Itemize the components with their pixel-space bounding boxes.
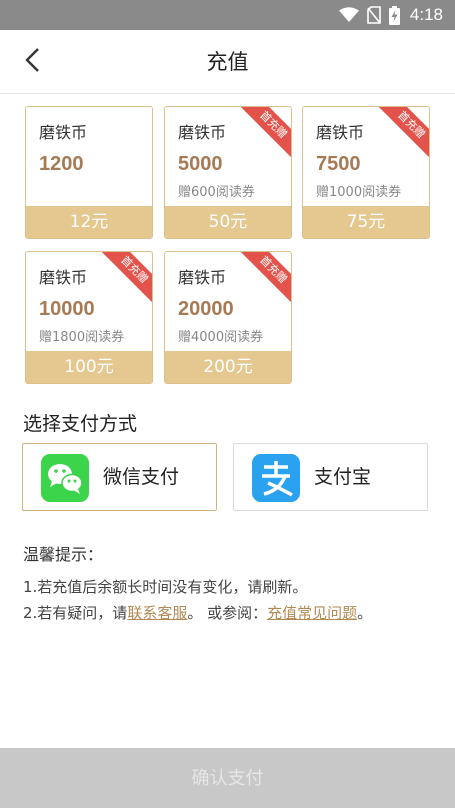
battery-charging-icon — [388, 5, 400, 25]
card-bonus: 赠1800阅读券 — [39, 330, 125, 345]
card-bonus: 赠1000阅读券 — [316, 185, 402, 200]
card-currency-name: 磨铁币 — [178, 268, 227, 287]
alipay-icon — [252, 454, 300, 502]
first-recharge-ribbon: 首充赠 — [237, 107, 291, 161]
card-amount: 5000 — [178, 153, 223, 175]
recharge-card[interactable]: 首充赠 磨铁币 20000 赠4000阅读券 200元 — [164, 251, 292, 384]
status-icons: 4:18 — [338, 0, 443, 30]
recharge-card[interactable]: 首充赠 磨铁币 7500 赠1000阅读券 75元 — [302, 106, 430, 239]
contact-support-link[interactable]: 联系客服 — [127, 604, 187, 622]
recharge-card[interactable]: 磨铁币 1200 12元 — [25, 106, 153, 239]
card-price: 200元 — [165, 351, 291, 383]
alipay-option[interactable]: 支付宝 — [233, 443, 428, 511]
first-recharge-ribbon: 首充赠 — [237, 252, 291, 306]
recharge-card[interactable]: 首充赠 磨铁币 10000 赠1800阅读券 100元 — [25, 251, 153, 384]
tip-line-2: 2.若有疑问，请联系客服。 或参阅：充值常见问题。 — [23, 602, 372, 623]
tip-line-2-prefix: 2.若有疑问，请 — [23, 604, 128, 622]
confirm-payment-button[interactable]: 确认支付 — [0, 748, 455, 808]
card-bonus: 赠4000阅读券 — [178, 330, 264, 345]
wechat-pay-option[interactable]: 微信支付 — [22, 443, 217, 511]
header: 充值 — [0, 30, 455, 94]
payment-method-title: 选择支付方式 — [23, 413, 138, 435]
page-title: 充值 — [206, 50, 249, 74]
card-price: 75元 — [303, 206, 429, 238]
card-amount: 7500 — [316, 153, 361, 175]
tip-line-2-middle: 。 或参阅： — [187, 604, 268, 622]
first-recharge-ribbon: 首充赠 — [375, 107, 429, 161]
status-bar: 4:18 — [0, 0, 455, 30]
no-sim-icon — [367, 6, 381, 24]
card-currency-name: 磨铁币 — [316, 123, 365, 142]
tip-line-1: 1.若充值后余额长时间没有变化，请刷新。 — [23, 578, 308, 596]
card-price: 100元 — [26, 351, 152, 383]
recharge-card[interactable]: 首充赠 磨铁币 5000 赠600阅读券 50元 — [164, 106, 292, 239]
card-price: 12元 — [26, 206, 152, 238]
tip-line-2-suffix: 。 — [357, 604, 373, 622]
card-amount: 1200 — [39, 153, 84, 175]
card-bonus: 赠600阅读券 — [178, 185, 255, 200]
back-button[interactable] — [12, 42, 52, 82]
card-currency-name: 磨铁币 — [39, 123, 88, 142]
tips-title: 温馨提示： — [23, 545, 104, 564]
card-currency-name: 磨铁币 — [39, 268, 88, 287]
alipay-label: 支付宝 — [314, 466, 372, 488]
status-time: 4:18 — [409, 5, 443, 24]
card-currency-name: 磨铁币 — [178, 123, 227, 142]
card-price: 50元 — [165, 206, 291, 238]
wechat-icon — [41, 454, 89, 502]
card-amount: 10000 — [39, 298, 95, 320]
wechat-pay-label: 微信支付 — [103, 466, 180, 488]
wifi-icon — [338, 7, 359, 23]
card-amount: 20000 — [178, 298, 234, 320]
first-recharge-ribbon: 首充赠 — [98, 252, 152, 306]
chevron-left-icon — [24, 47, 40, 77]
recharge-faq-link[interactable]: 充值常见问题 — [267, 604, 357, 622]
